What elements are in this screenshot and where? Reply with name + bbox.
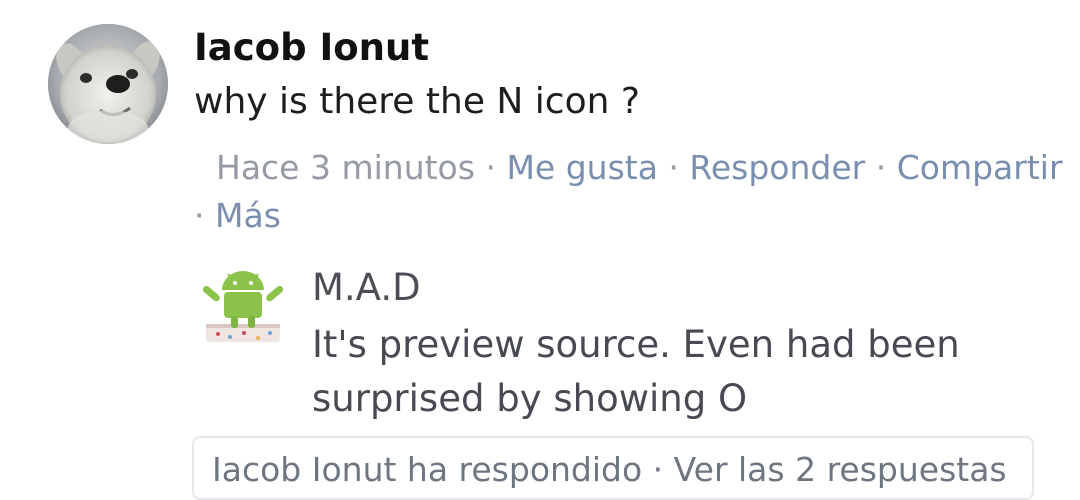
like-button[interactable]: Me gusta <box>506 148 657 187</box>
comment-text: why is there the N icon ? <box>194 81 640 122</box>
separator: · <box>875 148 887 187</box>
reply-text: It's preview source. Even had been surpr… <box>312 323 960 420</box>
comment-timestamp[interactable]: Hace 3 minutos <box>216 148 475 187</box>
share-button[interactable]: Compartir <box>897 148 1063 187</box>
reply-button[interactable]: Responder <box>689 148 865 187</box>
android-nougat-avatar-icon <box>202 271 284 342</box>
reply-author[interactable]: M.A.D <box>312 264 421 312</box>
comment-author[interactable]: Iacob Ionut <box>194 24 429 72</box>
replies-summary-text: Iacob Ionut ha respondido · Ver las 2 re… <box>212 450 1007 489</box>
comment-meta: Hace 3 minutos · Me gusta · Responder · … <box>194 144 1063 240</box>
replies-summary[interactable]: Iacob Ionut ha respondido · Ver las 2 re… <box>192 436 1034 500</box>
reply-avatar[interactable] <box>200 266 286 352</box>
more-button[interactable]: Más <box>215 196 281 235</box>
separator: · <box>668 148 679 187</box>
dog-avatar-icon <box>48 24 168 144</box>
separator: · <box>194 196 205 235</box>
separator: · <box>485 148 496 187</box>
avatar[interactable] <box>48 24 168 144</box>
